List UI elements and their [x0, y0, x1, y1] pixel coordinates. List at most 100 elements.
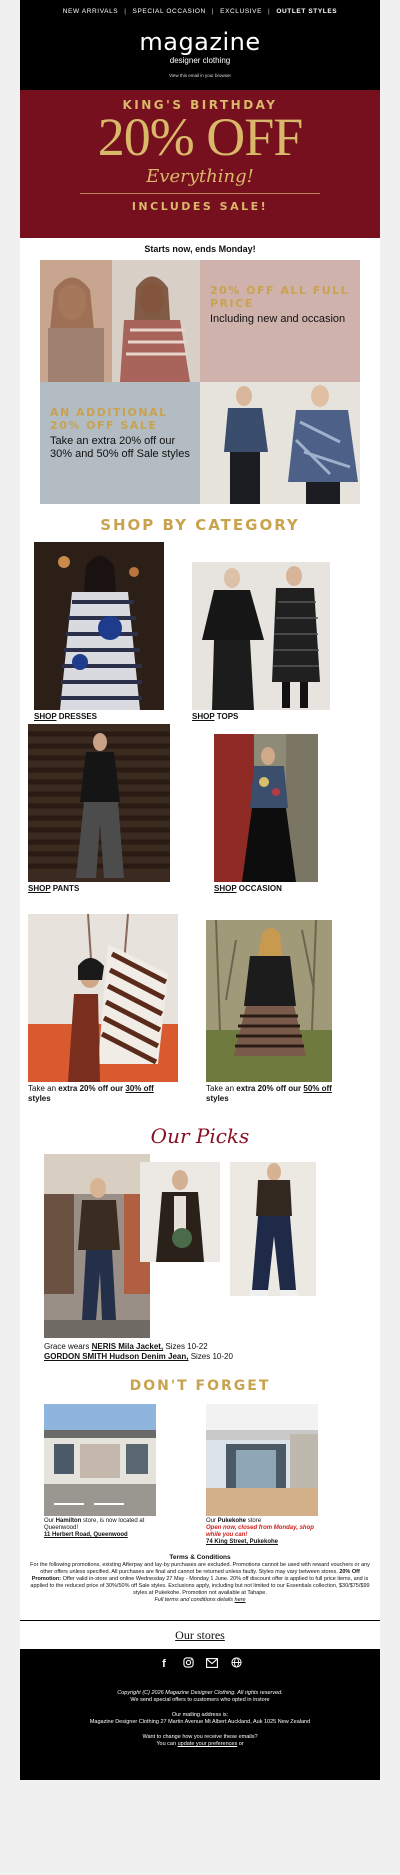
website-icon[interactable]: [230, 1657, 242, 1671]
pukekohe-closing-notice: Open now, closed from Monday, shop while…: [206, 1525, 314, 1538]
footer-address: Magazine Designer Clothing 27 Martin Ave…: [89, 1719, 311, 1725]
our-stores-link[interactable]: Our stores: [20, 1620, 380, 1650]
sale-30-link[interactable]: 30% off: [125, 1084, 153, 1093]
shop-occasion-link[interactable]: SHOP OCCASION: [214, 884, 282, 893]
pants-photo[interactable]: [28, 724, 170, 882]
shop-label: SHOP: [28, 884, 51, 893]
footer-change-text: Want to change how you receive these ema…: [142, 1734, 258, 1740]
sale-50-caption[interactable]: Take an extra 20% off our 50% off styles: [206, 1084, 332, 1104]
sale-30-photo[interactable]: [28, 914, 178, 1082]
additional-sale-tile[interactable]: AN ADDITIONAL 20% OFF SALE Take an extra…: [40, 382, 200, 504]
nav-special-occasion[interactable]: SPECIAL OCCASION: [133, 8, 206, 15]
shop-by-category-heading: SHOP BY CATEGORY: [100, 516, 300, 534]
terms-here-link[interactable]: here: [235, 1597, 246, 1603]
sale-50-link[interactable]: 50% off: [303, 1084, 331, 1093]
nav-new-arrivals[interactable]: NEW ARRIVALS: [63, 8, 118, 15]
full-price-heading: 20% OFF ALL FULL PRICE: [210, 284, 350, 310]
pukekohe-name: Pukekohe: [217, 1518, 247, 1524]
hamilton-store-info: Our Hamilton store, is now located at Qu…: [44, 1518, 164, 1539]
sale-30-caption[interactable]: Take an extra 20% off our 30% off styles: [28, 1084, 178, 1104]
hamilton-name: Hamilton: [55, 1518, 82, 1524]
shop-label: SHOP: [214, 884, 237, 893]
dresses-photo[interactable]: [34, 542, 164, 710]
pick-photo-store[interactable]: [44, 1154, 150, 1338]
our-picks-heading: Our Picks: [150, 1124, 250, 1148]
hero-banner[interactable]: KING'S BIRTHDAY 20% OFF Everything! INCL…: [20, 90, 380, 238]
dresses-label: DRESSES: [56, 712, 97, 721]
footer-or: or: [237, 1741, 244, 1747]
pick-photo-jacket-art: [140, 1162, 220, 1262]
pukekohe-store-info: Our Pukekohe store Open now, closed from…: [206, 1518, 330, 1546]
pukekohe-store-photo-art: [206, 1404, 318, 1516]
pick-photo-store-art: [44, 1154, 150, 1338]
pick-photo-jeans[interactable]: [230, 1162, 316, 1296]
tops-photo-art: [192, 562, 330, 710]
promo-photo-blouses-art: [200, 382, 360, 504]
shop-tops-link[interactable]: SHOP TOPS: [192, 712, 238, 721]
occasion-photo[interactable]: [214, 734, 318, 882]
nav-separator: |: [124, 7, 127, 15]
category-row-1: SHOP DRESSES SHOP TOPS: [20, 534, 380, 724]
terms-body: For the following promotions, existing A…: [30, 1562, 370, 1604]
picks-row: Grace wears NERIS Mila Jacket, Sizes 10-…: [20, 1148, 380, 1378]
dont-forget-heading: DON'T FORGET: [129, 1378, 271, 1394]
instagram-icon[interactable]: [182, 1657, 194, 1671]
neris-jacket-link[interactable]: NERIS Mila Jacket,: [92, 1342, 164, 1351]
sale-50-photo-art: [206, 920, 332, 1082]
tops-photo[interactable]: [192, 562, 330, 710]
pukekohe-our: Our: [206, 1518, 218, 1524]
promo-photo-women[interactable]: [40, 260, 200, 382]
full-price-tile[interactable]: 20% OFF ALL FULL PRICE Including new and…: [200, 260, 360, 382]
gordon-sizes: Sizes 10-20: [188, 1352, 233, 1361]
view-in-browser-link[interactable]: View this email in your browser: [20, 73, 380, 78]
tops-label: TOPS: [214, 712, 239, 721]
shop-label: SHOP: [192, 712, 215, 721]
promo-photo-blouses[interactable]: [200, 382, 360, 504]
brand-header: magazine designer clothing View this ema…: [20, 22, 380, 90]
pukekohe-address-link[interactable]: 74 King Street, Pukekohe: [206, 1539, 278, 1545]
sale-50-styles: styles: [206, 1094, 229, 1103]
hamilton-our: Our: [44, 1518, 56, 1524]
hero-everything: Everything!: [146, 166, 254, 187]
promo-photo-women-art: [40, 260, 200, 382]
hamilton-store-photo[interactable]: [44, 1404, 156, 1516]
shop-pants-link[interactable]: SHOP PANTS: [28, 884, 79, 893]
occasion-photo-art: [214, 734, 318, 882]
social-bar: f: [20, 1650, 380, 1678]
sale-50-pre: Take an: [206, 1084, 237, 1093]
shop-label: SHOP: [34, 712, 57, 721]
shop-dresses-link[interactable]: SHOP DRESSES: [34, 712, 97, 721]
hero-includes-sale: INCLUDES SALE!: [131, 200, 269, 213]
footer-mail-label: Our mailing address is:: [171, 1712, 229, 1718]
pants-label: PANTS: [50, 884, 80, 893]
email-body: NEW ARRIVALS | SPECIAL OCCASION | EXCLUS…: [20, 0, 380, 1780]
hamilton-store-photo-art: [44, 1404, 156, 1516]
logo[interactable]: magazine: [20, 28, 380, 56]
hamilton-address-link[interactable]: 11 Herbert Road, Queenwood: [44, 1532, 128, 1538]
terms-body-b: Offer valid in-store and online Wednesda…: [30, 1576, 370, 1596]
terms-body-a: For the following promotions, existing A…: [30, 1562, 370, 1575]
picks-wears: Grace wears: [44, 1342, 92, 1351]
additional-sale-heading: AN ADDITIONAL 20% OFF SALE: [50, 406, 168, 432]
footer: Copyright (C) 2026 Magazine Designer Clo…: [20, 1678, 380, 1780]
terms-title: Terms & Conditions: [169, 1554, 231, 1561]
hero-divider: [80, 193, 320, 194]
pukekohe-store-photo[interactable]: [206, 1404, 318, 1516]
gordon-smith-link[interactable]: GORDON SMITH Hudson Denim Jean,: [44, 1352, 188, 1361]
top-nav: NEW ARRIVALS | SPECIAL OCCASION | EXCLUS…: [20, 0, 380, 22]
nav-exclusive[interactable]: EXCLUSIVE: [220, 8, 262, 15]
update-preferences-link[interactable]: update your preferences: [178, 1741, 238, 1747]
sale-30-photo-art: [28, 914, 178, 1082]
terms-block: Terms & Conditions For the following pro…: [20, 1554, 380, 1604]
footer-copyright: Copyright (C) 2026 Magazine Designer Clo…: [117, 1690, 283, 1696]
facebook-icon[interactable]: f: [158, 1658, 170, 1670]
promo-grid: 20% OFF ALL FULL PRICE Including new and…: [40, 260, 360, 504]
our-stores-label: Our stores: [175, 1628, 225, 1642]
sale-50-photo[interactable]: [206, 920, 332, 1082]
email-icon[interactable]: [206, 1657, 218, 1671]
full-price-body: Including new and occasion: [210, 313, 346, 325]
pick-photo-jacket[interactable]: [140, 1162, 220, 1262]
pick-photo-jeans-art: [230, 1162, 316, 1296]
footer-you-can: You can: [156, 1741, 178, 1747]
nav-outlet-styles[interactable]: OUTLET STYLES: [276, 8, 337, 15]
